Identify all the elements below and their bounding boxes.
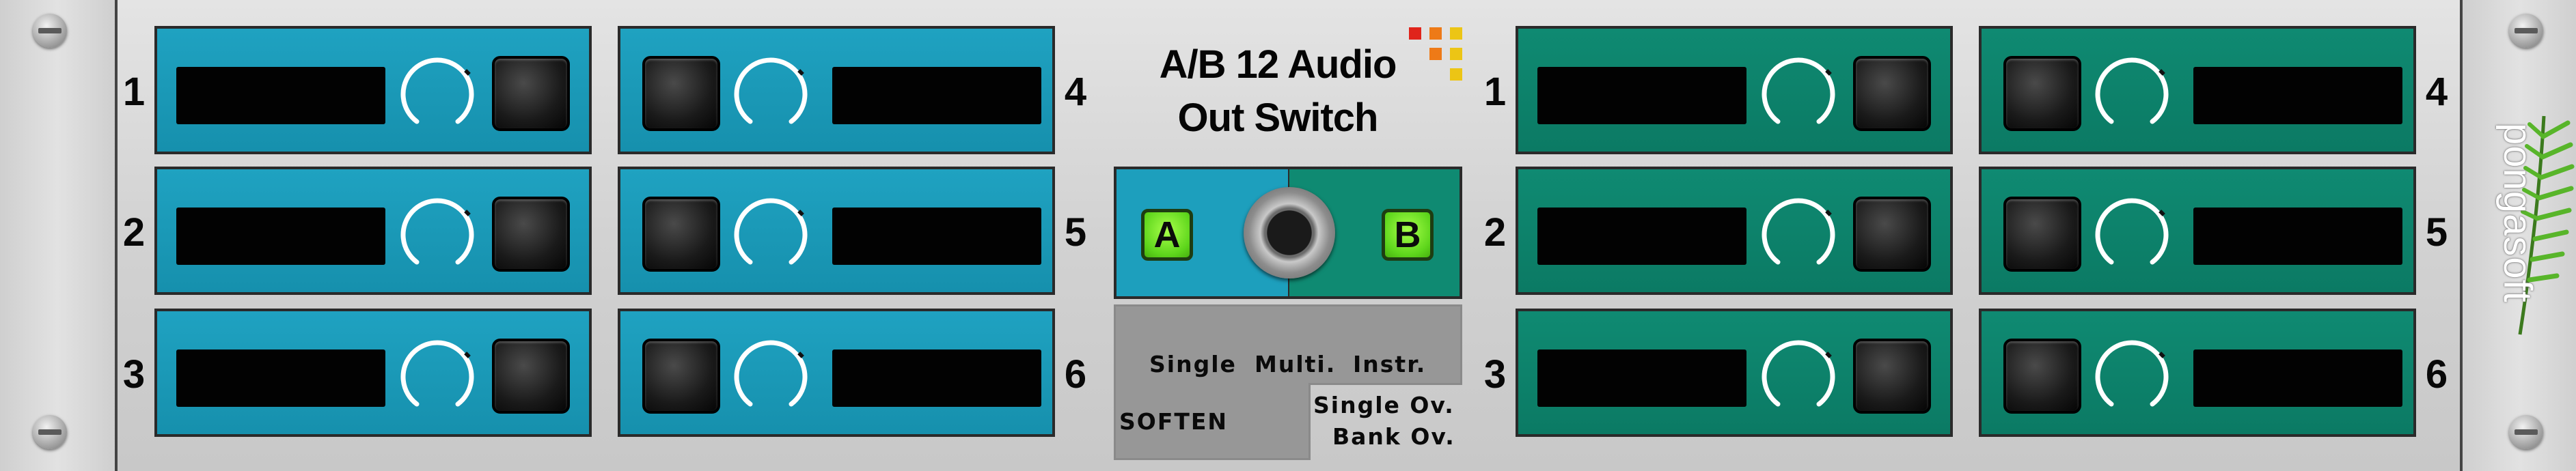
channel-display [2193,349,2402,407]
knob-icon[interactable] [1757,55,1839,137]
channel-number: 5 [1064,210,1087,255]
channel-display [1537,67,1746,124]
knob-icon[interactable] [2091,195,2173,277]
soften-title: SOFTEN [1119,408,1229,435]
title-line-1: A/B 12 Audio [1159,42,1397,87]
push-button-icon[interactable] [492,56,570,131]
brand-name: pongasoft [2495,123,2540,303]
channel-display [1537,349,1746,407]
channel-b-6 [1979,309,2416,437]
ab-switch-panel: A B [1114,167,1462,299]
channel-display [832,349,1041,407]
push-button-icon[interactable] [2003,56,2081,131]
channel-b-1 [1516,26,1953,154]
channel-display [176,67,385,124]
channel-number: 2 [122,210,146,255]
channel-number: 6 [1064,352,1087,397]
knob-icon[interactable] [1757,337,1839,419]
channel-number: 1 [122,70,146,114]
knob-icon[interactable] [396,55,478,137]
device-title: A/B 12 Audio Out Switch [1121,38,1435,145]
push-button-icon[interactable] [1853,56,1931,131]
rack-panel: 1 2 3 4 5 6 A/B 12 Audio Out Switch A B … [0,0,2576,471]
knob-icon[interactable] [396,337,478,419]
channel-b-2 [1516,167,1953,295]
bank-override-option[interactable]: Bank Ov. [1332,423,1455,451]
soften-option-single[interactable]: Single [1149,351,1237,378]
knob-icon[interactable] [2091,337,2173,419]
channel-number: 4 [2425,70,2448,114]
channel-a-1 [154,26,592,154]
channel-a-6 [618,309,1055,437]
knob-icon[interactable] [730,337,812,419]
channel-display [176,349,385,407]
soften-option-multi[interactable]: Multi. [1255,351,1336,378]
channel-display [2193,67,2402,124]
channel-number: 6 [2425,352,2448,397]
push-button-icon[interactable] [492,197,570,272]
screw-icon [2509,14,2543,48]
knob-icon[interactable] [730,195,812,277]
channel-a-5 [618,167,1055,295]
channel-a-3 [154,309,592,437]
channel-b-4 [1979,26,2416,154]
push-button-icon[interactable] [1853,339,1931,414]
push-button-icon[interactable] [642,339,720,414]
b-led-indicator[interactable]: B [1382,209,1434,261]
screw-icon [33,415,67,449]
knob-icon[interactable] [1757,195,1839,277]
channel-display [2193,208,2402,265]
ab-toggle-button[interactable] [1244,187,1335,279]
screw-icon [33,14,67,48]
single-override-option[interactable]: Single Ov. [1313,392,1455,419]
push-button-icon[interactable] [2003,339,2081,414]
rack-ear-left [0,0,118,471]
soften-option-instr[interactable]: Instr. [1353,351,1426,378]
push-button-icon[interactable] [492,339,570,414]
channel-a-4 [618,26,1055,154]
push-button-icon[interactable] [642,56,720,131]
channel-b-5 [1979,167,2416,295]
channel-number: 3 [122,352,146,397]
title-line-2: Out Switch [1177,96,1379,140]
a-led-indicator[interactable]: A [1141,209,1193,261]
knob-icon[interactable] [2091,55,2173,137]
channel-a-2 [154,167,592,295]
led-grid-logo-icon [1406,26,1465,85]
channel-display [832,208,1041,265]
channel-display [832,67,1041,124]
channel-display [1537,208,1746,265]
push-button-icon[interactable] [1853,197,1931,272]
channel-number: 1 [1483,70,1507,114]
push-button-icon[interactable] [2003,197,2081,272]
channel-number: 4 [1064,70,1087,114]
screw-icon [2509,415,2543,449]
channel-number: 5 [2425,210,2448,255]
push-button-icon[interactable] [642,197,720,272]
soften-panel: Single Multi. Instr. SOFTEN Single Ov. B… [1114,304,1462,460]
channel-number: 2 [1483,210,1507,255]
knob-icon[interactable] [396,195,478,277]
knob-icon[interactable] [730,55,812,137]
channel-number: 3 [1483,352,1507,397]
channel-b-3 [1516,309,1953,437]
channel-display [176,208,385,265]
